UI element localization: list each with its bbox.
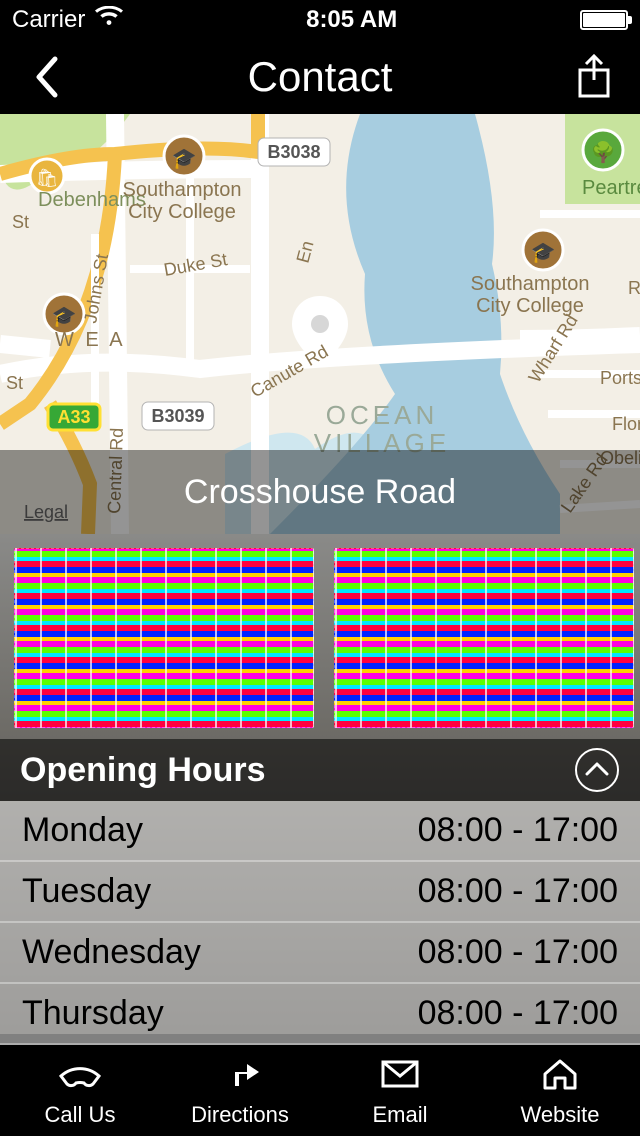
hours-time: 08:00 - 17:00 [418, 994, 618, 1033]
content-area: Opening Hours Monday 08:00 - 17:00 Tuesd… [0, 534, 640, 1034]
svg-text:St: St [12, 212, 29, 232]
hours-day: Thursday [22, 994, 164, 1033]
map-address-label: Crosshouse Road [0, 450, 640, 534]
share-button[interactable] [564, 47, 624, 107]
svg-text:🎓: 🎓 [52, 306, 77, 328]
hours-row: Thursday 08:00 - 17:00 [0, 984, 640, 1045]
svg-text:Portsm: Portsm [600, 368, 640, 388]
svg-text:🎓: 🎓 [531, 242, 556, 264]
wifi-icon [95, 6, 123, 35]
email-icon [377, 1056, 423, 1098]
tab-email[interactable]: Email [320, 1034, 480, 1136]
gallery-thumb[interactable] [334, 548, 634, 728]
svg-text:B3038: B3038 [267, 142, 320, 162]
hours-row: Wednesday 08:00 - 17:00 [0, 923, 640, 984]
tab-call-us[interactable]: Call Us [0, 1034, 160, 1136]
tab-label: Website [520, 1102, 599, 1128]
svg-text:A33: A33 [57, 407, 90, 427]
hours-row: Tuesday 08:00 - 17:00 [0, 862, 640, 923]
hours-day: Wednesday [22, 933, 201, 972]
hours-day: Monday [22, 811, 143, 850]
hours-time: 08:00 - 17:00 [418, 872, 618, 911]
tab-label: Directions [191, 1102, 289, 1128]
tab-directions[interactable]: Directions [160, 1034, 320, 1136]
page-title: Contact [248, 53, 393, 101]
home-icon [537, 1056, 583, 1098]
svg-text:SouthamptonCity College: SouthamptonCity College [471, 273, 590, 317]
battery-icon [580, 10, 628, 30]
opening-hours-header[interactable]: Opening Hours [0, 739, 640, 801]
svg-text:W E A: W E A [55, 329, 126, 351]
hours-row: Monday 08:00 - 17:00 [0, 801, 640, 862]
map[interactable]: B3038 B3039 A33 🎓 🎓 🎓 🛍 🌳 Debenhams [0, 114, 640, 534]
svg-text:St: St [6, 373, 23, 393]
tab-label: Call Us [45, 1102, 116, 1128]
svg-text:B3039: B3039 [151, 406, 204, 426]
svg-text:🛍: 🛍 [36, 168, 59, 188]
svg-text:🎓: 🎓 [172, 148, 197, 170]
svg-text:Peartree Gre: Peartree Gre [582, 177, 640, 199]
svg-text:🌳: 🌳 [591, 140, 616, 164]
status-bar: Carrier 8:05 AM [0, 0, 640, 40]
svg-text:Flore: Flore [612, 414, 640, 434]
tab-website[interactable]: Website [480, 1034, 640, 1136]
opening-hours-list: Monday 08:00 - 17:00 Tuesday 08:00 - 17:… [0, 801, 640, 1045]
photo-gallery[interactable] [0, 534, 640, 739]
clock: 8:05 AM [306, 6, 397, 34]
gallery-thumb[interactable] [14, 548, 314, 728]
hours-day: Tuesday [22, 872, 151, 911]
svg-text:SouthamptonCity College: SouthamptonCity College [123, 179, 242, 223]
svg-text:R: R [628, 278, 640, 298]
hours-time: 08:00 - 17:00 [418, 811, 618, 850]
directions-icon [217, 1056, 263, 1098]
back-button[interactable] [16, 47, 76, 107]
tab-label: Email [372, 1102, 427, 1128]
opening-hours-title: Opening Hours [20, 751, 266, 790]
hours-time: 08:00 - 17:00 [418, 933, 618, 972]
navigation-bar: Contact [0, 40, 640, 114]
chevron-up-icon[interactable] [574, 747, 620, 793]
carrier-label: Carrier [12, 6, 85, 34]
phone-icon [57, 1056, 103, 1098]
tab-bar: Call Us Directions Email Website [0, 1034, 640, 1136]
